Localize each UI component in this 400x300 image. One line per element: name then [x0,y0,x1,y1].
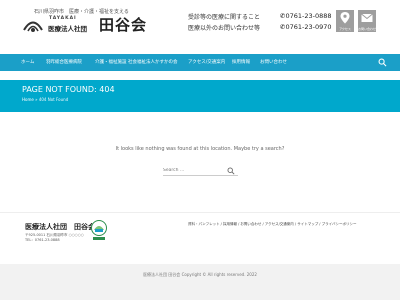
phone-other[interactable]: ✆0761-23-0970 [280,23,332,31]
logo-romaji: TAYAKAI [49,16,77,21]
site-header: 石川県羽咋市 医療・介護・福祉を支える TAYAKAI 医療法人社団 田谷会 受… [0,0,400,50]
nav-item-access[interactable]: アクセス/交通案内 [188,54,225,71]
breadcrumb-separator: » [35,97,38,102]
search-submit-icon[interactable] [227,167,235,175]
nav-item-recruit[interactable]: 採用情報 [232,54,250,71]
logo-mark-icon [23,21,43,32]
footer-org-name: 医療法人社団 田谷会 [25,222,95,231]
nav-item-social-welfare[interactable]: 社会福祉法人かすかの会 [128,54,178,71]
search-form [163,166,238,176]
logo-corp-type: 医療法人社団 [48,25,87,33]
emblem-icon [91,220,107,240]
footer-links[interactable]: 資料・パンフレット / 採用情報 / お問い合わせ / アクセス/交通案内 / … [188,222,357,227]
mail-icon [361,13,373,22]
logo-name: 田谷会 [99,16,148,34]
footer: 医療法人社団 田谷会 〒925-0011 石川県羽咋市 ○○○○○ TEL：07… [0,212,400,264]
not-found-message: It looks like nothing was found at this … [115,146,285,152]
breadcrumb: Home » 404 Not Found [22,97,68,102]
map-pin-icon [340,12,350,24]
main-nav: ホーム 羽咋総合医療病院 介護・福祉施設 社会福祉法人かすかの会 アクセス/交通… [0,54,400,71]
search-input[interactable] [163,166,225,175]
contact-row-other: 医療以外のお問い合わせ等 ✆0761-23-0970 [188,23,332,33]
nav-item-home[interactable]: ホーム [21,54,34,71]
breadcrumb-home[interactable]: Home [22,97,34,102]
nav-item-hospital[interactable]: 羽咋総合医療病院 [46,54,82,71]
page-title: PAGE NOT FOUND: 404 [22,85,115,94]
page-title-banner: PAGE NOT FOUND: 404 Home » 404 Not Found [0,80,400,112]
nav-item-contact[interactable]: お問い合わせ [260,54,287,71]
breadcrumb-current: 404 Not Found [38,97,69,102]
phone-number-medical: 0761-23-0888 [285,12,332,20]
copyright: 医療法人社団 田谷会 Copyright © All rights reserv… [143,272,257,277]
contact-label-medical: 受診等の医療に関すること [188,14,261,21]
search-icon[interactable] [378,58,387,67]
contact-button[interactable]: お問い合わせ [358,10,376,32]
page: 石川県羽咋市 医療・介護・福祉を支える TAYAKAI 医療法人社団 田谷会 受… [0,0,400,300]
access-button[interactable]: アクセス [336,10,354,32]
phone-medical[interactable]: ✆0761-23-0888 [280,12,332,20]
phone-number-other: 0761-23-0970 [285,23,332,31]
contact-label-other: 医療以外のお問い合わせ等 [188,25,261,32]
contact-row-medical: 受診等の医療に関すること ✆0761-23-0888 [188,12,332,22]
site-logo[interactable]: 石川県羽咋市 医療・介護・福祉を支える TAYAKAI 医療法人社団 田谷会 [22,8,182,46]
contact-button-label: お問い合わせ [358,27,377,31]
access-button-label: アクセス [339,27,351,31]
footer-bottom: 医療法人社団 田谷会 Copyright © All rights reserv… [0,264,400,300]
nav-item-care-facilities[interactable]: 介護・福祉施設 [95,54,127,71]
footer-tel: TEL：0761-23-0888 [25,238,60,242]
